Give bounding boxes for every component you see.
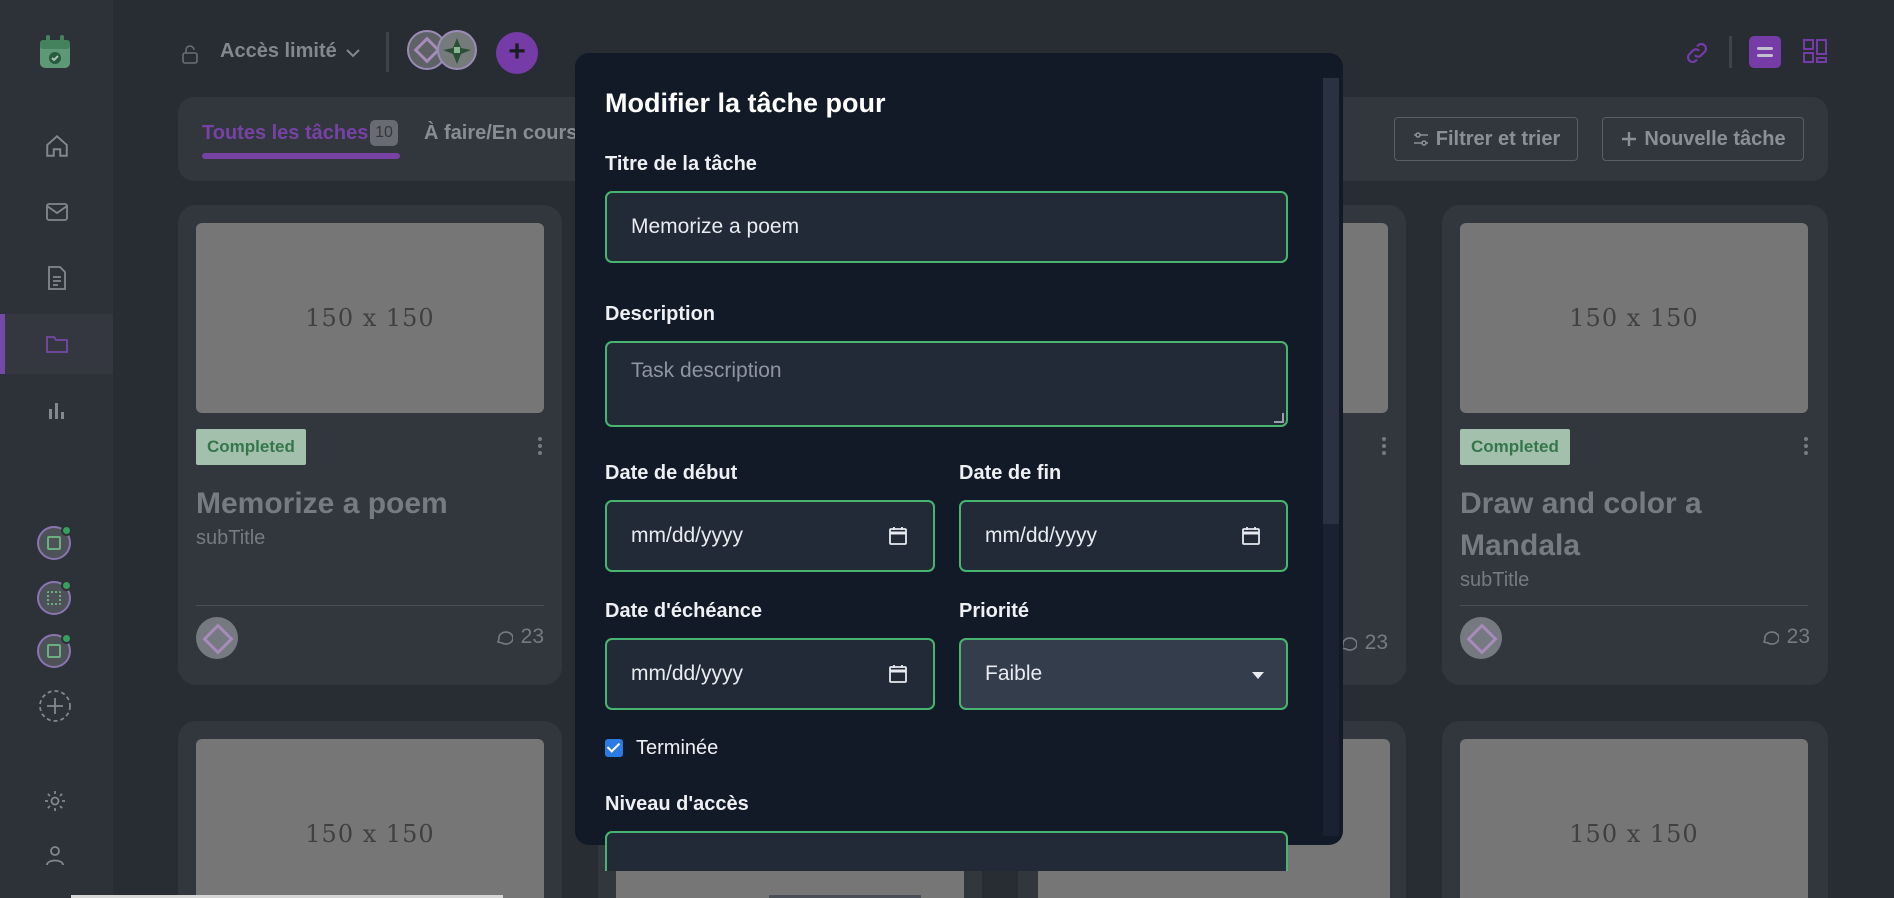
end-date-value: mm/dd/yyyy <box>985 524 1098 547</box>
priority-select[interactable]: Faible <box>959 638 1288 710</box>
priority-value: Faible <box>985 662 1043 685</box>
start-date-input[interactable]: mm/dd/yyyy <box>605 500 935 572</box>
done-checkbox-label: Terminée <box>636 737 719 759</box>
description-placeholder: Task description <box>631 359 782 382</box>
done-checkbox[interactable] <box>605 739 623 757</box>
access-level-label: Niveau d'accès <box>605 793 749 815</box>
start-date-label: Date de début <box>605 462 738 484</box>
calendar-icon[interactable] <box>1242 526 1260 546</box>
modal-scrollbar-thumb[interactable] <box>1323 78 1339 524</box>
calendar-icon[interactable] <box>889 526 907 546</box>
due-date-value: mm/dd/yyyy <box>631 662 744 685</box>
end-date-label: Date de fin <box>959 462 1062 484</box>
modal-title: Modifier la tâche pour <box>605 88 886 118</box>
task-title-input[interactable]: Memorize a poem <box>605 191 1288 263</box>
start-date-value: mm/dd/yyyy <box>631 524 744 547</box>
due-date-label: Date d'échéance <box>605 600 763 622</box>
chevron-down-icon <box>1252 672 1264 679</box>
end-date-input[interactable]: mm/dd/yyyy <box>959 500 1288 572</box>
resize-handle[interactable] <box>1274 413 1284 423</box>
description-label: Description <box>605 303 716 325</box>
description-textarea[interactable]: Task description <box>605 341 1288 427</box>
calendar-icon[interactable] <box>889 664 907 684</box>
access-level-select[interactable] <box>605 831 1288 871</box>
task-title-label: Titre de la tâche <box>605 153 757 175</box>
due-date-input[interactable]: mm/dd/yyyy <box>605 638 935 710</box>
priority-label: Priorité <box>959 600 1030 622</box>
